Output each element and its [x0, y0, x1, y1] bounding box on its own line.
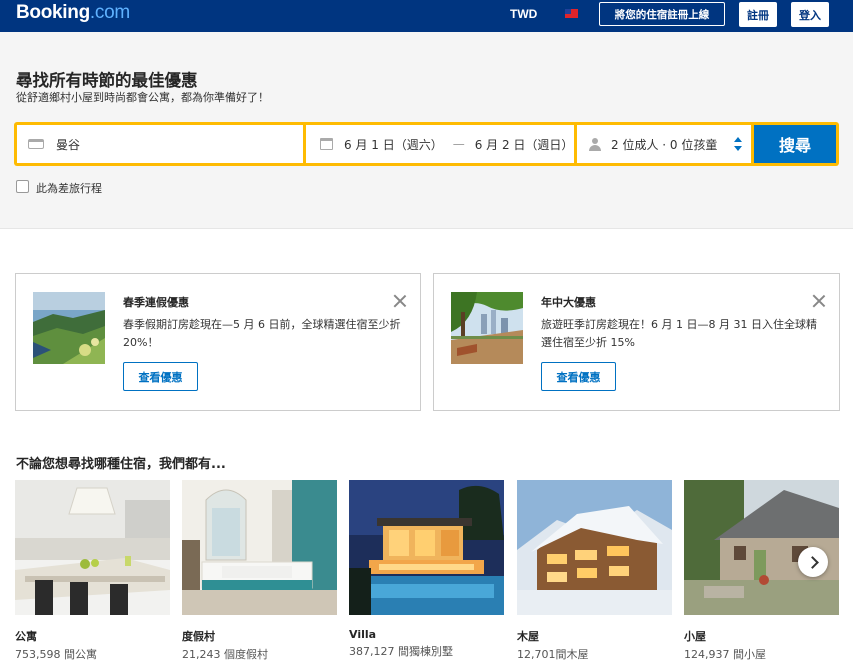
- property-type-name[interactable]: 公寓: [15, 628, 170, 644]
- deal-title: 年中大優惠: [541, 296, 596, 309]
- login-button[interactable]: 登入: [791, 2, 829, 27]
- checkin-value: 6 月 1 日（週六）: [344, 137, 443, 152]
- apartment-image[interactable]: [15, 480, 170, 615]
- dates-field[interactable]: 6 月 1 日（週六） — 6 月 2 日（週日）: [306, 125, 574, 163]
- search-button[interactable]: 搜尋: [754, 125, 836, 163]
- property-type-resort[interactable]: 度假村 21,243 個度假村: [182, 480, 337, 662]
- property-type-count: 12,701間木屋: [517, 648, 589, 661]
- date-separator: —: [452, 137, 465, 151]
- view-deals-button[interactable]: 查看優惠: [541, 362, 616, 391]
- business-trip-label[interactable]: 此為差旅行程: [36, 180, 102, 196]
- calendar-icon: [320, 138, 333, 150]
- sort-icon: [734, 137, 742, 151]
- property-type-count: 124,937 間小屋: [684, 648, 766, 661]
- search-bar: 曼谷 6 月 1 日（週六） — 6 月 2 日（週日） 2 位成人 · 0 位…: [14, 122, 839, 166]
- deal-image-coast: [33, 292, 105, 364]
- deal-description: 旅遊旺季訂房趁現在！6 月 1 日—8 月 31 日入住全球精選住宿至少折 15…: [541, 318, 817, 349]
- business-trip-checkbox[interactable]: [16, 180, 29, 193]
- property-types-heading: 不論您想尋找哪種住宿，我們都有...: [16, 457, 226, 472]
- property-type-apartment[interactable]: 公寓 753,598 間公寓: [15, 480, 170, 662]
- view-deals-button[interactable]: 查看優惠: [123, 362, 198, 391]
- close-icon[interactable]: [393, 294, 407, 308]
- deal-description: 春季假期訂房趁現在—5 月 6 日前，全球精選住宿至少折 20%！: [123, 318, 401, 349]
- resort-image[interactable]: [182, 480, 337, 615]
- destination-value: 曼谷: [56, 137, 81, 152]
- bed-icon: [28, 139, 44, 149]
- property-type-name[interactable]: Villa: [349, 628, 504, 641]
- page-subtitle: 從舒適鄉村小屋到時尚都會公寓，都為你準備好了！: [16, 91, 269, 104]
- list-property-button[interactable]: 將您的住宿註冊上線: [599, 2, 725, 26]
- register-button[interactable]: 註冊: [739, 2, 777, 27]
- deal-title: 春季連假優惠: [123, 296, 189, 309]
- property-type-count: 753,598 間公寓: [15, 648, 97, 661]
- guests-value: 2 位成人 · 0 位孩童: [611, 137, 718, 152]
- booking-logo[interactable]: Booking.com: [16, 2, 130, 24]
- page-title: 尋找所有時節的最佳優惠: [16, 71, 198, 90]
- deal-image-park: [451, 292, 523, 364]
- deal-card-midyear: 年中大優惠 旅遊旺季訂房趁現在！6 月 1 日—8 月 31 日入住全球精選住宿…: [433, 273, 840, 411]
- villa-image[interactable]: [349, 480, 504, 615]
- property-type-name[interactable]: 木屋: [517, 628, 672, 644]
- property-type-name[interactable]: 度假村: [182, 628, 337, 644]
- currency-selector[interactable]: TWD: [510, 7, 537, 21]
- logo-main: Booking: [16, 2, 90, 23]
- close-icon[interactable]: [812, 294, 826, 308]
- checkout-value: 6 月 2 日（週日）: [474, 137, 574, 152]
- person-icon: [589, 137, 601, 151]
- language-flag-icon[interactable]: [565, 9, 578, 18]
- chalet-image[interactable]: [517, 480, 672, 615]
- search-section: 尋找所有時節的最佳優惠 從舒適鄉村小屋到時尚都會公寓，都為你準備好了！ 曼谷 6…: [0, 32, 853, 229]
- property-type-name[interactable]: 小屋: [684, 628, 839, 644]
- logo-suffix: .com: [89, 2, 130, 23]
- carousel-next-button[interactable]: [798, 547, 828, 577]
- property-type-count: 21,243 個度假村: [182, 648, 268, 661]
- top-header: Booking.com TWD 將您的住宿註冊上線 註冊 登入: [0, 0, 853, 32]
- deal-card-spring: 春季連假優惠 春季假期訂房趁現在—5 月 6 日前，全球精選住宿至少折 20%！…: [15, 273, 421, 411]
- guests-field[interactable]: 2 位成人 · 0 位孩童: [577, 125, 751, 163]
- property-type-count: 387,127 間獨棟別墅: [349, 645, 453, 658]
- destination-field[interactable]: 曼谷: [17, 125, 303, 163]
- property-type-chalet[interactable]: 木屋 12,701間木屋: [517, 480, 672, 662]
- property-type-villa[interactable]: Villa 387,127 間獨棟別墅: [349, 480, 504, 659]
